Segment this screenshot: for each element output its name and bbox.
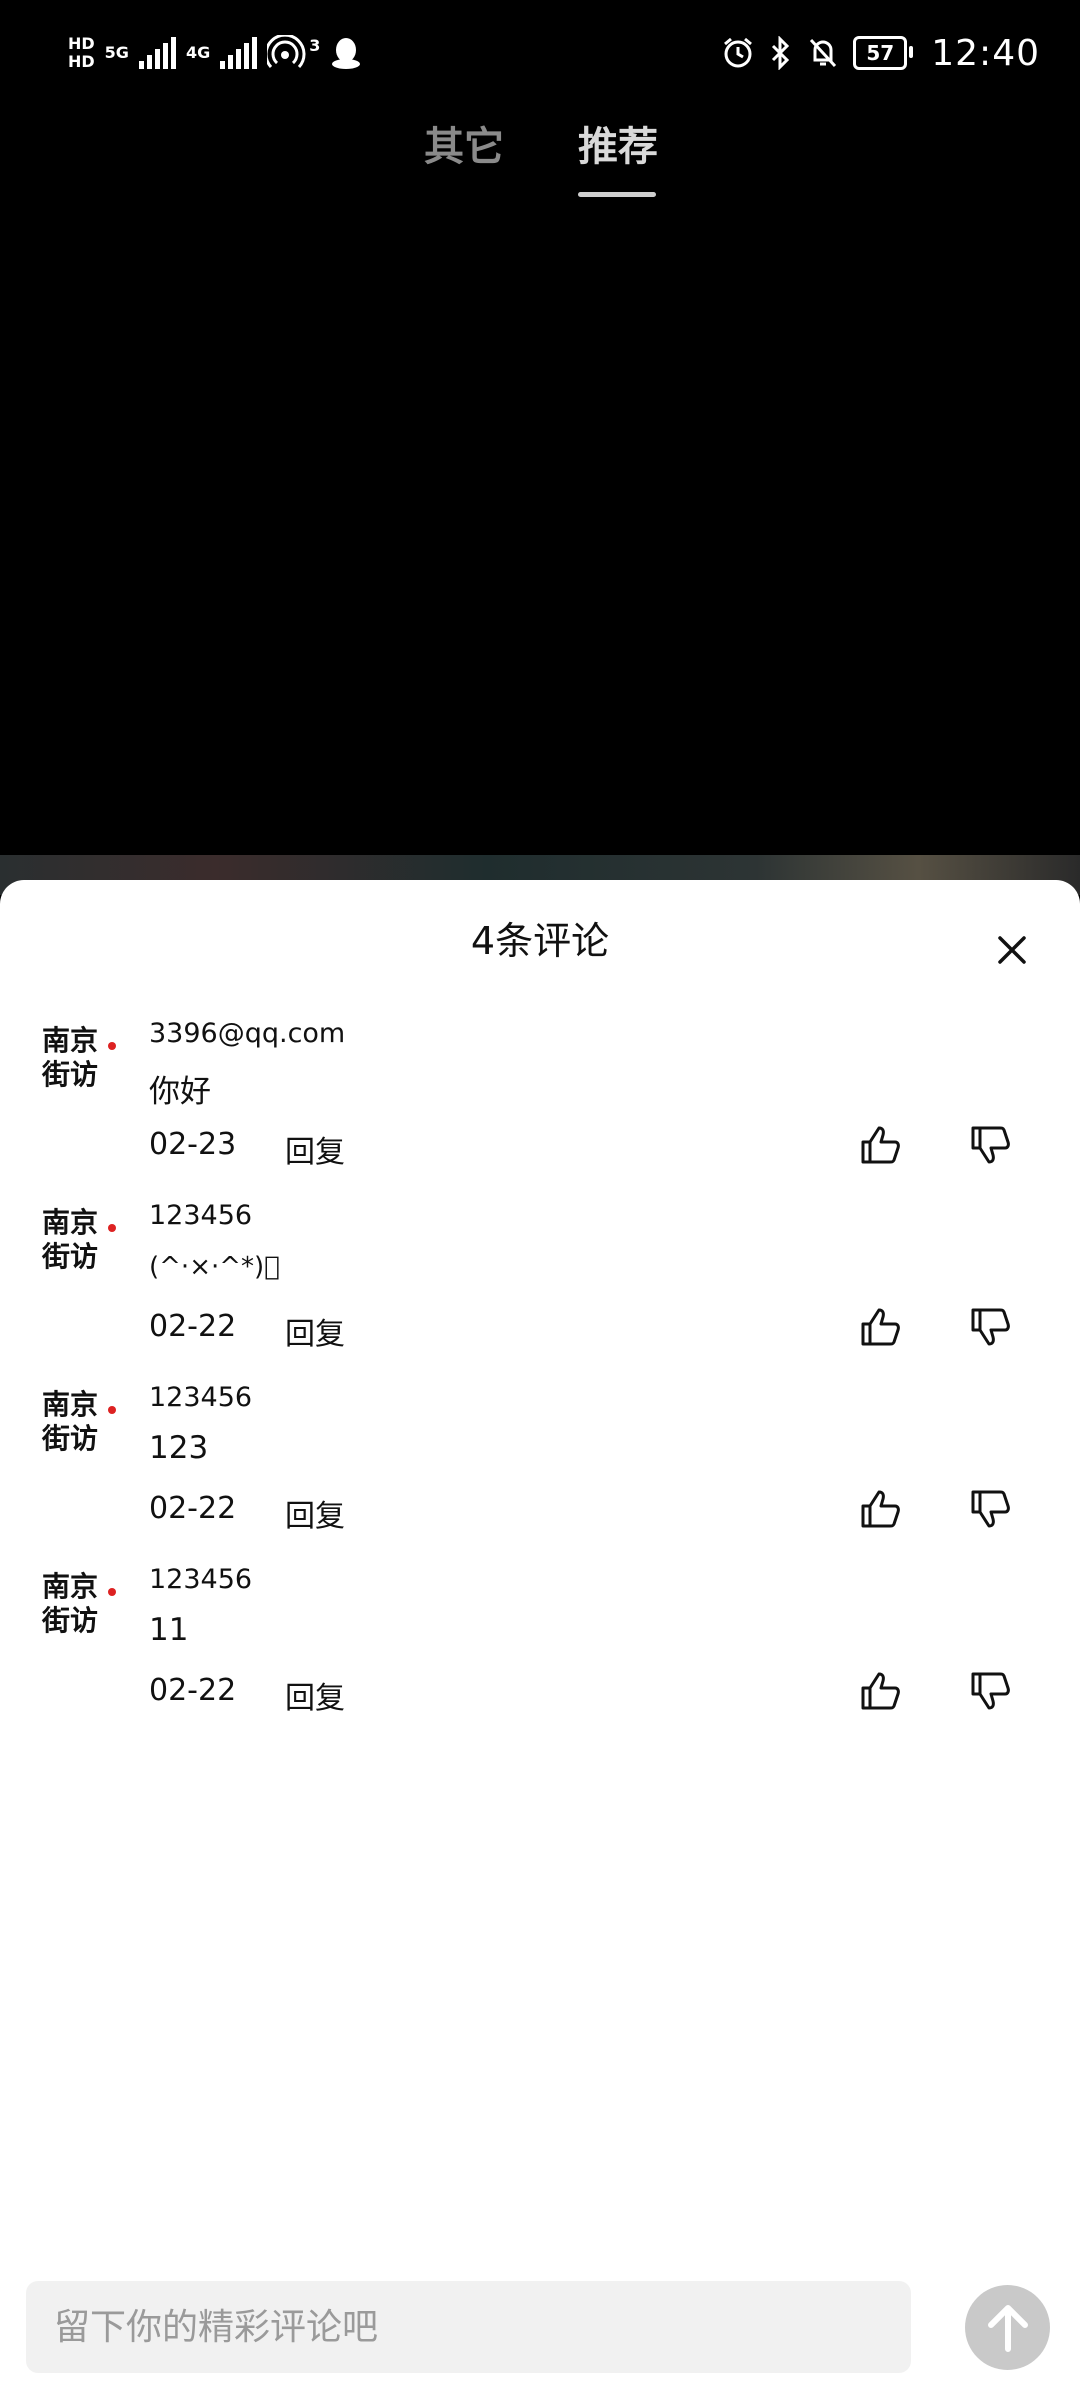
reply-button[interactable]: 回复 <box>285 1491 345 1535</box>
alarm-icon <box>724 37 753 68</box>
hotspot-count: 3 <box>309 36 321 55</box>
avatar[interactable]: 南京 街访 <box>40 1020 118 1098</box>
avatar[interactable]: 南京 街访 <box>40 1566 118 1644</box>
thumbs-down-icon[interactable] <box>965 1120 1015 1170</box>
thumbs-up-icon[interactable] <box>855 1666 905 1716</box>
qq-icon <box>332 38 361 69</box>
arrow-up-icon <box>987 2304 1028 2352</box>
svg-text:南京: 南京 <box>42 1570 98 1603</box>
comment-sheet: 4条评论 南京 街访 3396@qq.com 你好 02-23 回复 南京 街访… <box>0 880 1080 2400</box>
comment-username[interactable]: 123456 <box>149 1382 252 1413</box>
comment-content: 123 <box>149 1430 209 1466</box>
network-5g-label: 5G <box>104 43 129 62</box>
tab-other[interactable]: 其它 <box>424 114 504 172</box>
battery-indicator: 57 <box>853 36 914 70</box>
thumbs-up-icon[interactable] <box>855 1484 905 1534</box>
hd-indicator: HD HD <box>68 36 95 70</box>
comment-date: 02-22 <box>149 1673 237 1708</box>
top-tabs: 其它 推荐 <box>0 100 1080 210</box>
close-icon <box>998 936 1026 964</box>
comment-content: 11 <box>149 1612 189 1648</box>
comment-item: 南京 街访 123456 11 02-22 回复 <box>0 1558 1080 1740</box>
comment-date: 02-22 <box>149 1491 237 1526</box>
reply-button[interactable]: 回复 <box>285 1309 345 1353</box>
comment-item: 南京 街访 123456 123 02-22 回复 <box>0 1376 1080 1558</box>
svg-text:街访: 街访 <box>41 1240 98 1273</box>
tab-active-indicator <box>578 192 656 197</box>
hotspot-icon <box>267 35 306 69</box>
comment-item: 南京 街访 3396@qq.com 你好 02-23 回复 <box>0 1012 1080 1194</box>
hd-bottom-label: HD <box>68 52 95 71</box>
tab-recommend[interactable]: 推荐 <box>578 114 658 172</box>
thumbs-up-icon[interactable] <box>855 1120 905 1170</box>
thumbs-down-icon[interactable] <box>965 1666 1015 1716</box>
thumbs-down-icon[interactable] <box>965 1484 1015 1534</box>
comment-content: 你好 <box>149 1074 211 1110</box>
comment-date: 02-22 <box>149 1309 237 1344</box>
comment-item: 南京 街访 123456 (^·×·^*)ﾞ 02-22 回复 <box>0 1194 1080 1376</box>
svg-text:街访: 街访 <box>41 1604 98 1637</box>
status-bar-left: HD HD 5G 4G 3 <box>68 28 362 78</box>
comment-content: (^·×·^*)ﾞ <box>149 1252 280 1282</box>
thumbs-down-icon[interactable] <box>965 1302 1015 1352</box>
bluetooth-icon <box>772 36 790 70</box>
comment-username[interactable]: 123456 <box>149 1564 252 1595</box>
status-bar-right: 57 12:40 <box>721 28 1040 78</box>
status-bar: HD HD 5G 4G 3 57 12:40 <box>0 0 1080 105</box>
clock: 12:40 <box>931 32 1040 74</box>
svg-text:南京: 南京 <box>42 1388 98 1421</box>
comment-date: 02-23 <box>149 1127 237 1162</box>
svg-text:南京: 南京 <box>42 1206 98 1239</box>
reply-button[interactable]: 回复 <box>285 1127 345 1171</box>
signal-icon-2 <box>220 37 258 69</box>
thumbs-up-icon[interactable] <box>855 1302 905 1352</box>
mute-bell-icon <box>810 38 837 68</box>
comment-input-container <box>26 2281 911 2373</box>
reply-button[interactable]: 回复 <box>285 1673 345 1717</box>
signal-icon <box>138 37 176 69</box>
comment-input[interactable] <box>26 2281 894 2373</box>
svg-text:街访: 街访 <box>41 1422 98 1455</box>
comment-username[interactable]: 123456 <box>149 1200 252 1231</box>
avatar[interactable]: 南京 街访 <box>40 1384 118 1462</box>
comment-count-title: 4条评论 <box>470 919 610 963</box>
comment-username[interactable]: 3396@qq.com <box>149 1018 345 1049</box>
network-4g-label: 4G <box>185 43 211 62</box>
hd-top-label: HD <box>68 34 95 53</box>
close-button[interactable] <box>982 920 1042 980</box>
svg-text:街访: 街访 <box>41 1058 98 1091</box>
send-button[interactable] <box>965 2285 1050 2370</box>
svg-text:南京: 南京 <box>42 1024 98 1057</box>
avatar[interactable]: 南京 街访 <box>40 1202 118 1280</box>
